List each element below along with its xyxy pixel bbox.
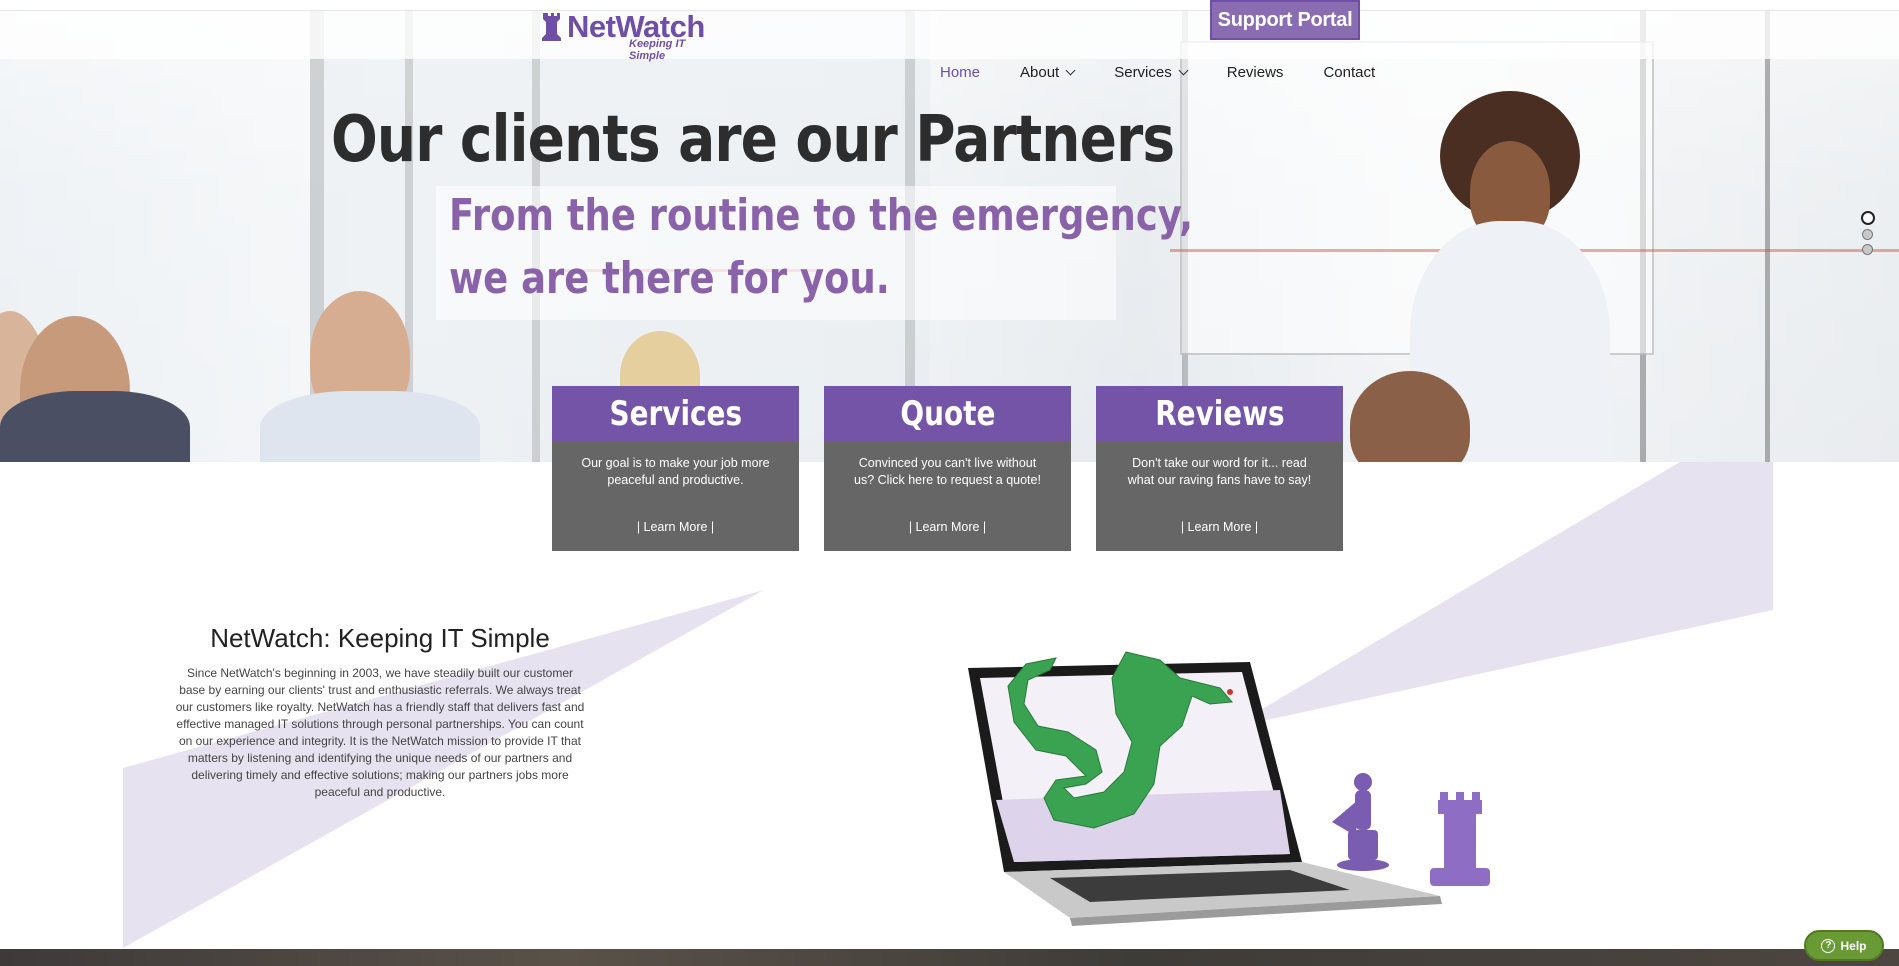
slide-dot-1[interactable] — [1861, 211, 1875, 225]
laptop-dragon-illustration — [968, 651, 1490, 926]
question-icon: ? — [1821, 938, 1836, 953]
slide-dot-3[interactable] — [1862, 244, 1873, 255]
chevron-down-icon — [1065, 65, 1076, 75]
help-label: Help — [1840, 938, 1867, 953]
card-title: Reviews — [1096, 386, 1343, 442]
card-title: Services — [552, 386, 799, 442]
nav-home[interactable]: Home — [940, 62, 980, 82]
knight-figurine-icon — [1332, 773, 1389, 871]
card-reviews[interactable]: Reviews Don't take our word for it... re… — [1096, 386, 1343, 551]
top-divider — [0, 10, 1899, 11]
nav-reviews[interactable]: Reviews — [1227, 62, 1284, 82]
slider-dots — [1861, 211, 1875, 259]
chevron-down-icon — [1178, 65, 1189, 75]
learn-more-link[interactable]: | Learn More | — [824, 520, 1071, 534]
main-nav: Home About Services Reviews Contact — [940, 62, 1375, 82]
logo-tagline: Keeping IT Simple — [629, 38, 686, 62]
footer-image-strip — [0, 949, 1899, 966]
hero-subheading-line-2: we are there for you. — [449, 253, 890, 304]
nav-about[interactable]: About — [1020, 62, 1076, 82]
learn-more-link[interactable]: | Learn More | — [552, 520, 799, 534]
hero-headline: Our clients are our Partners — [331, 103, 1175, 177]
about-title: NetWatch: Keeping IT Simple — [210, 623, 550, 653]
support-portal-button[interactable]: Support Portal — [1210, 0, 1360, 40]
header-band — [0, 11, 1899, 59]
nav-services-label: Services — [1114, 63, 1172, 81]
nav-contact[interactable]: Contact — [1323, 62, 1375, 82]
nav-contact-label: Contact — [1323, 63, 1376, 81]
nav-about-label: About — [1020, 63, 1060, 81]
help-button[interactable]: ? Help — [1804, 930, 1884, 961]
card-quote[interactable]: Quote Convinced you can't live without u… — [824, 386, 1071, 551]
rook-icon — [542, 13, 561, 41]
hero-subheading: From the routine to the emergency, we ar… — [449, 184, 1193, 310]
person-shirt-2 — [0, 391, 190, 462]
slide-dot-2[interactable] — [1862, 229, 1873, 240]
nav-reviews-label: Reviews — [1226, 63, 1284, 81]
learn-more-link[interactable]: | Learn More | — [1096, 520, 1343, 534]
card-text: Don't take our word for it... read what … — [1127, 456, 1312, 487]
hero-subheading-line-1: From the routine to the emergency, — [449, 190, 1194, 241]
card-text: Convinced you can't live without us? Cli… — [854, 456, 1041, 487]
card-text: Our goal is to make your job more peacef… — [581, 456, 770, 487]
nav-services[interactable]: Services — [1114, 62, 1189, 82]
card-title: Quote — [824, 386, 1071, 442]
nav-home-label: Home — [940, 63, 981, 81]
card-services[interactable]: Services Our goal is to make your job mo… — [552, 386, 799, 551]
netwatch-logo[interactable]: NetWatch Keeping IT Simple — [541, 9, 721, 62]
person-older-shirt — [260, 391, 480, 462]
rook-chess-icon — [1430, 792, 1490, 886]
about-text: Since NetWatch's beginning in 2003, we h… — [175, 666, 585, 799]
